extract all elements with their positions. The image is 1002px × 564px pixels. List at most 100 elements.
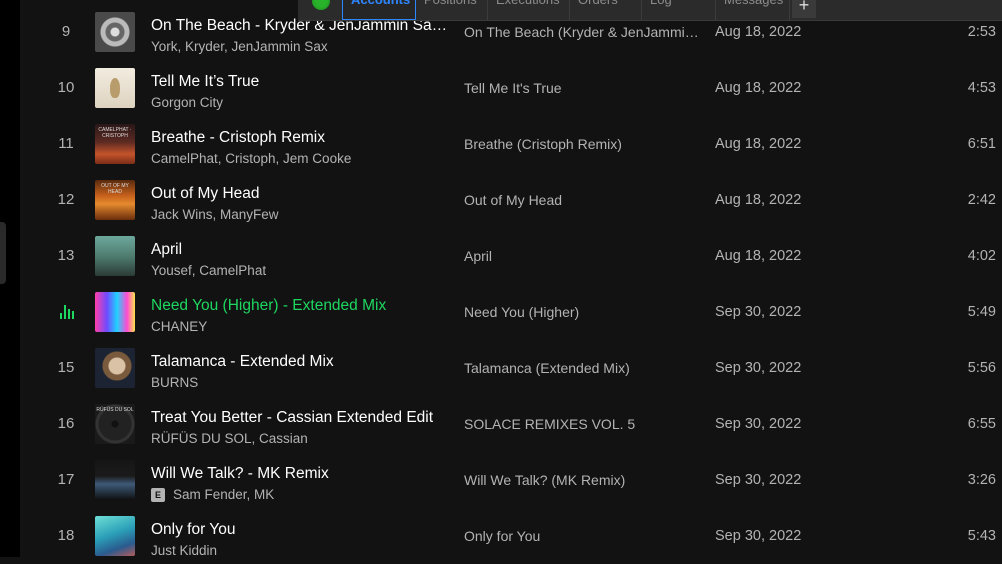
album-link[interactable]: April bbox=[464, 228, 704, 284]
date-added: Sep 30, 2022 bbox=[715, 528, 802, 544]
connection-status-icon bbox=[312, 0, 330, 10]
date-added: Aug 18, 2022 bbox=[715, 192, 802, 208]
album-cover: RÜFÜS DU SOL bbox=[95, 404, 135, 444]
date-added: Sep 30, 2022 bbox=[715, 416, 802, 432]
track-title-link[interactable]: Tell Me It’s True bbox=[151, 73, 451, 91]
album-cover-label: CAMELPHAT · CRISTOPH bbox=[98, 127, 132, 139]
track-number: 16 bbox=[57, 415, 75, 432]
track-duration: 3:26 bbox=[967, 472, 996, 488]
date-added: Sep 30, 2022 bbox=[715, 360, 802, 376]
artist-links[interactable]: Just Kiddin bbox=[151, 543, 217, 558]
overlay-toolbar: AccountsPositionsExecutionsOrdersLogMess… bbox=[298, 0, 1002, 21]
track-artists: CHANEY bbox=[151, 319, 451, 334]
album-cover bbox=[95, 236, 135, 276]
now-playing-equalizer-icon bbox=[60, 305, 76, 319]
track-duration: 5:43 bbox=[967, 528, 996, 544]
track-row[interactable]: 12 OUT OF MY HEAD Out of My Head Jack Wins,… bbox=[20, 172, 1002, 228]
track-artists: Gorgon City bbox=[151, 95, 451, 110]
album-cover bbox=[95, 12, 135, 52]
date-added: Sep 30, 2022 bbox=[715, 304, 802, 320]
album-link[interactable]: Will We Talk? (MK Remix) bbox=[464, 452, 704, 508]
track-artists: York, Kryder, JenJammin Sax bbox=[151, 39, 451, 54]
track-row[interactable]: 13 April Yousef, CamelPhat April Aug 18, 202… bbox=[20, 228, 1002, 284]
tab-positions[interactable]: Positions bbox=[416, 0, 488, 20]
tab-executions[interactable]: Executions bbox=[488, 0, 570, 20]
track-duration: 4:53 bbox=[967, 80, 996, 96]
date-added: Aug 18, 2022 bbox=[715, 136, 802, 152]
track-duration: 6:55 bbox=[967, 416, 996, 432]
track-title-link[interactable]: Breathe - Cristoph Remix bbox=[151, 129, 451, 147]
album-link[interactable]: Out of My Head bbox=[464, 172, 704, 228]
album-cover: CAMELPHAT · CRISTOPH bbox=[95, 124, 135, 164]
artist-links[interactable]: BURNS bbox=[151, 375, 198, 390]
track-duration: 2:42 bbox=[967, 192, 996, 208]
track-number: 13 bbox=[57, 247, 75, 264]
track-title-link[interactable]: Talamanca - Extended Mix bbox=[151, 353, 451, 371]
album-link[interactable]: Breathe (Cristoph Remix) bbox=[464, 116, 704, 172]
track-title-link[interactable]: Only for You bbox=[151, 521, 451, 539]
album-cover bbox=[95, 292, 135, 332]
track-number: 11 bbox=[58, 135, 74, 152]
track-number: 18 bbox=[57, 527, 75, 544]
track-number: 12 bbox=[57, 191, 75, 208]
album-link[interactable]: Only for You bbox=[464, 508, 704, 564]
track-list: 9On The Beach - Kryder & JenJammin Sax R… bbox=[20, 0, 1002, 558]
tab-accounts[interactable]: Accounts bbox=[342, 0, 416, 20]
album-cover bbox=[95, 348, 135, 388]
track-artists: Just Kiddin bbox=[151, 543, 451, 558]
album-cover bbox=[95, 516, 135, 556]
date-added: Aug 18, 2022 bbox=[715, 248, 802, 264]
track-row[interactable]: Need You (Higher) - Extended Mix CHANEY Ne… bbox=[20, 284, 1002, 340]
track-title-link[interactable]: Will We Talk? - MK Remix bbox=[151, 465, 451, 483]
artist-links[interactable]: York, Kryder, JenJammin Sax bbox=[151, 39, 328, 54]
track-row[interactable]: 11 CAMELPHAT · CRISTOPH Breathe - Cristoph… bbox=[20, 116, 1002, 172]
tab-orders[interactable]: Orders bbox=[570, 0, 642, 20]
track-title-link[interactable]: Need You (Higher) - Extended Mix bbox=[151, 297, 451, 315]
artist-links[interactable]: Yousef, CamelPhat bbox=[151, 263, 266, 278]
artist-links[interactable]: Jack Wins, ManyFew bbox=[151, 207, 279, 222]
add-tab-button[interactable]: + bbox=[792, 0, 816, 18]
album-cover bbox=[95, 460, 135, 500]
album-cover bbox=[95, 68, 135, 108]
date-added: Aug 18, 2022 bbox=[715, 80, 802, 96]
track-artists: CamelPhat, Cristoph, Jem Cooke bbox=[151, 151, 451, 166]
album-link[interactable]: Tell Me It's True bbox=[464, 60, 704, 116]
track-row[interactable]: 15 Talamanca - Extended Mix BURNS Talamanca… bbox=[20, 340, 1002, 396]
track-duration: 5:56 bbox=[967, 360, 996, 376]
date-added: Sep 30, 2022 bbox=[715, 472, 802, 488]
track-row[interactable]: 17 Will We Talk? - MK Remix E Sam Fender, M… bbox=[20, 452, 1002, 508]
artist-links[interactable]: Sam Fender, MK bbox=[173, 487, 274, 502]
artist-links[interactable]: CHANEY bbox=[151, 319, 207, 334]
sidebar-resize-handle[interactable] bbox=[0, 222, 6, 284]
track-artists: BURNS bbox=[151, 375, 451, 390]
track-title-link[interactable]: Out of My Head bbox=[151, 185, 451, 203]
album-link[interactable]: SOLACE REMIXES VOL. 5 bbox=[464, 396, 704, 452]
track-title-link[interactable]: Treat You Better - Cassian Extended Edit bbox=[151, 409, 451, 427]
album-cover: OUT OF MY HEAD bbox=[95, 180, 135, 220]
tab-log[interactable]: Log bbox=[642, 0, 716, 20]
explicit-badge: E bbox=[151, 488, 165, 502]
track-title-link[interactable]: April bbox=[151, 241, 451, 259]
track-artists: RÜFÜS DU SOL, Cassian bbox=[151, 431, 451, 446]
track-duration: 6:51 bbox=[967, 136, 996, 152]
track-artists: Yousef, CamelPhat bbox=[151, 263, 451, 278]
track-artists: E Sam Fender, MK bbox=[151, 487, 451, 502]
tab-messages[interactable]: Messages bbox=[716, 0, 790, 20]
track-duration: 4:02 bbox=[967, 248, 996, 264]
artist-links[interactable]: RÜFÜS DU SOL, Cassian bbox=[151, 431, 308, 446]
track-artists: Jack Wins, ManyFew bbox=[151, 207, 451, 222]
album-cover-label: OUT OF MY HEAD bbox=[101, 183, 129, 195]
track-number: 15 bbox=[57, 359, 75, 376]
artist-links[interactable]: CamelPhat, Cristoph, Jem Cooke bbox=[151, 151, 351, 166]
track-row[interactable]: 16 RÜFÜS DU SOL Treat You Better - Cassian… bbox=[20, 396, 1002, 452]
track-number: 10 bbox=[57, 79, 75, 96]
track-number: 9 bbox=[61, 23, 71, 40]
track-number: 17 bbox=[57, 471, 75, 488]
album-link[interactable]: Need You (Higher) bbox=[464, 284, 704, 340]
album-cover-label: RÜFÜS DU SOL bbox=[96, 407, 134, 413]
track-row[interactable]: 18 Only for You Just Kiddin Only for You Sep… bbox=[20, 508, 1002, 564]
track-duration: 5:49 bbox=[967, 304, 996, 320]
artist-links[interactable]: Gorgon City bbox=[151, 95, 223, 110]
album-link[interactable]: Talamanca (Extended Mix) bbox=[464, 340, 704, 396]
track-row[interactable]: 10 Tell Me It’s True Gorgon City Tell Me It… bbox=[20, 60, 1002, 116]
